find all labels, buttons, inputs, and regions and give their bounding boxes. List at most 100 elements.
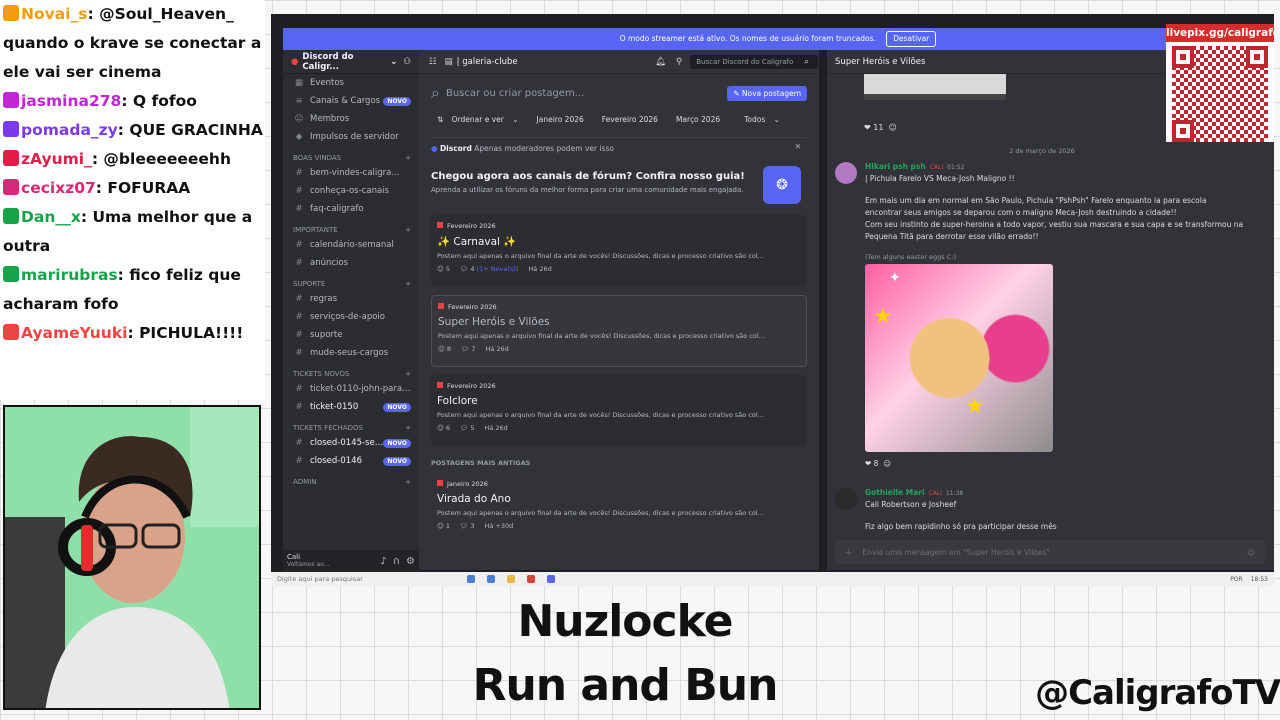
threads-icon[interactable]: ☷ [429,57,437,67]
channel-category[interactable]: SUPORTE + [283,272,419,290]
add-channel-icon[interactable]: + [405,424,411,432]
add-channel-icon[interactable]: + [405,478,411,486]
overlay-handle: @CaligrafoTV [1035,673,1280,713]
channel-name: serviços-de-apoio [310,312,385,322]
discord-logo-icon: ● [431,144,438,153]
category-name: IMPORTANTE [293,226,338,234]
headphones-icon[interactable]: ∩ [393,556,400,567]
microphone-icon[interactable]: ♪ [380,556,386,567]
add-channel-icon[interactable]: + [405,280,411,288]
forum-post[interactable]: Fevereiro 2026 Super Heróis e Vilões Poste… [431,295,807,367]
sort-label: Ordenar e ver [451,115,504,124]
post-search-input[interactable]: Buscar ou criar postagem... [446,88,727,99]
add-channel-icon[interactable]: + [405,154,411,162]
pin-icon[interactable]: ⚲ [676,57,682,67]
search-icon: ⌕ [431,83,440,102]
previous-attachment-image[interactable] [864,74,1006,100]
channel-item[interactable]: # conheça-os-canais [283,182,419,200]
new-post-button[interactable]: ✎ Nova postagem [727,85,807,101]
forum-post-older[interactable]: Janeiro 2026 Virada do Ano Postem aqui a… [431,473,807,533]
sidebar-item[interactable]: ▦ Eventos [283,74,419,92]
post-age: Há 26d [485,345,509,353]
emoji-icon[interactable]: ☺ [1247,548,1255,557]
channel-item[interactable]: # ticket-0150 NOVO [283,398,419,416]
post-title: Folclore [437,395,478,407]
avatar[interactable] [835,488,857,510]
sidebar-item[interactable]: ☺ Membros [283,110,419,128]
discord-icon[interactable] [547,575,555,583]
message-author[interactable]: Hikari psh psh [865,162,926,171]
reaction-heart[interactable]: ❤︎ 11 ☺ [864,123,897,132]
server-search-input[interactable]: Buscar Discord do Caligrafo [690,54,819,69]
hash-icon: # [295,384,303,394]
forum-post[interactable]: Fevereiro 2026 Folclore Postem aqui apenas… [431,375,807,447]
channel-category[interactable]: ADMIN + [283,470,419,488]
channel-item[interactable]: # mude-seus-cargos [283,344,419,362]
post-replies: 💬︎ 7 [460,345,476,353]
channel-item[interactable]: # serviços-de-apoio [283,308,419,326]
tag-filter-marco[interactable]: Março 2026 [670,112,726,127]
message-composer[interactable]: ＋ Envie uma mensagem em "Super Heróis e … [835,540,1265,564]
new-badge: NOVO [383,96,411,106]
add-attachment-icon[interactable]: ＋ [845,547,853,558]
chrome-icon[interactable] [527,575,535,583]
avatar[interactable] [835,162,857,184]
channel-category[interactable]: BOAS VINDAS + [283,146,419,164]
user-name[interactable]: Cali [287,553,374,561]
sidebar-item[interactable]: ≡ Canais & Cargos NOVO [283,92,419,110]
channel-category[interactable]: TICKETS FECHADOS + [283,416,419,434]
taskbar-clock[interactable]: 18:53 [1251,576,1268,583]
members-icon: ☺ [294,114,304,124]
chat-message: cecixz07: FOFURAA [3,174,265,203]
channel-item[interactable]: # suporte [283,326,419,344]
sidebar-item[interactable]: ◆ Impulsos de servidor [283,128,419,146]
channel-name: regras [310,294,338,304]
channel-item[interactable]: # bem-vindes-caligra... [283,164,419,182]
channel-item[interactable]: # anúncios [283,254,419,272]
post-title: ✨ Carnaval ✨ [437,236,517,248]
forum-guide-card[interactable]: ● Discord Apenas moderadores podem ver i… [431,137,807,207]
chat-message: zAyumi_: @bleeeeeeehh [3,145,265,174]
channel-item[interactable]: # ticket-0110-john-parano... [283,380,419,398]
message-input[interactable]: Envie uma mensagem em "Super Heróis e Vi… [863,548,1248,557]
edge-icon[interactable] [487,575,495,583]
folder-icon[interactable] [507,575,515,583]
post-members-count: 8 [446,345,451,353]
task-view-icon[interactable] [467,575,475,583]
message-gothielle: Gothielle Mari CALI 11:38 Cali Robertson e… [835,488,1245,533]
forum-post[interactable]: Fevereiro 2026 ✨ Carnaval ✨ Postem aqui ap… [431,215,807,287]
tag-icon [437,480,443,486]
disable-streamer-mode-button[interactable]: Desativar [886,31,937,47]
channel-item[interactable]: # faq-caligrafo [283,200,419,218]
post-members: ☺ 5 [437,265,450,273]
post-members-count: 1 [445,522,450,530]
add-channel-icon[interactable]: + [405,370,411,378]
channel-item[interactable]: # closed-0146 NOVO [283,452,419,470]
channel-item[interactable]: # regras [283,290,419,308]
close-icon[interactable]: ✕ [795,142,801,151]
post-excerpt: Postem aqui apenas o arquivo final da ar… [438,332,765,340]
channel-item[interactable]: # calendário-semanal [283,236,419,254]
hash-icon: # [295,438,303,448]
tag-filter-janeiro[interactable]: Janeiro 2026 [531,112,590,127]
add-member-icon[interactable]: ⚇ [403,57,411,67]
taskbar-language[interactable]: POR [1230,576,1243,583]
tag-filter-all[interactable]: Todos ⌄ [732,112,786,127]
settings-gear-icon[interactable]: ⚙ [406,556,415,567]
channel-name: conheça-os-canais [310,186,389,196]
server-header[interactable]: ● Discord do Caligr... ⌄ ⚇ [283,50,419,74]
sort-button[interactable]: ⇅ Ordenar e ver ⌄ [431,112,525,127]
add-channel-icon[interactable]: + [405,226,411,234]
forum-guide-icon: ❂ [763,166,801,204]
channel-category[interactable]: IMPORTANTE + [283,218,419,236]
chat-username: Dan__x [21,208,81,226]
message-author[interactable]: Gothielle Mari [865,488,925,497]
reaction-heart[interactable]: ❤︎ 8 ☺ [865,458,1245,470]
channel-item[interactable]: # closed-0145-ser... NOVO [283,434,419,452]
message-body: Cali Robertson e Josheef Fiz algo bem ra… [865,499,1245,533]
taskbar-search[interactable]: Digite aqui para pesquisar [277,575,447,583]
tag-filter-fevereiro[interactable]: Fevereiro 2026 [596,112,664,127]
channel-category[interactable]: TICKETS NOVOS + [283,362,419,380]
attachment-artwork[interactable]: ★ ★ ✦ [865,264,1053,452]
bell-icon[interactable]: 🔔︎ [655,57,666,67]
